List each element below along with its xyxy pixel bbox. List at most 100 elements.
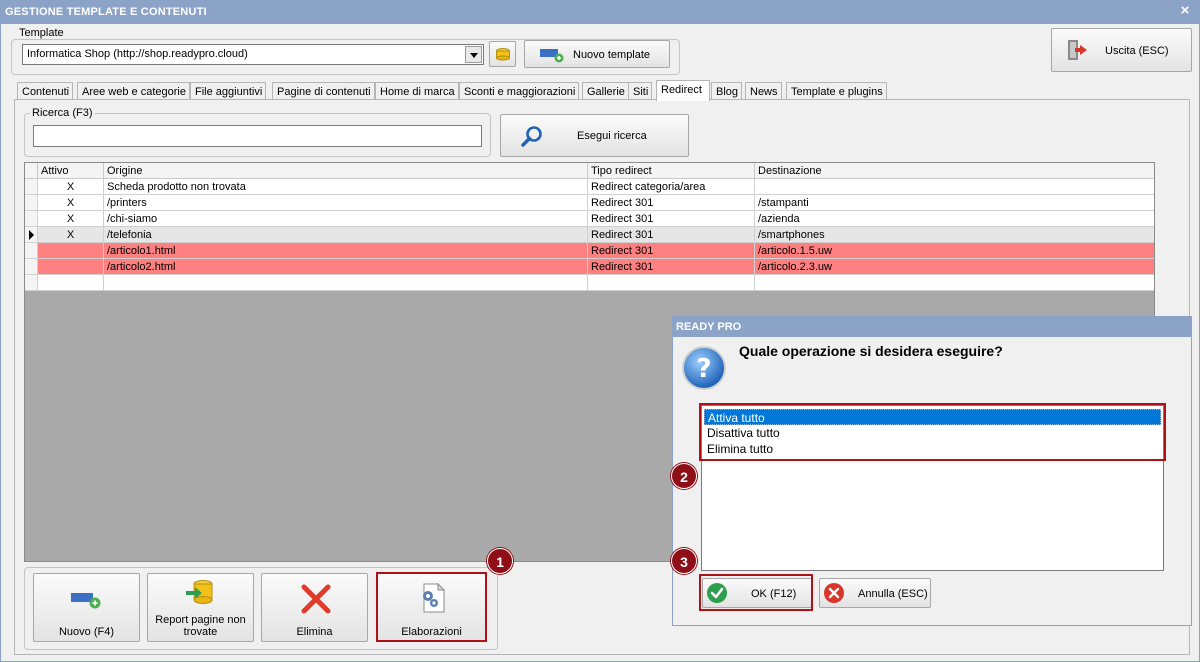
grid-cell-destination[interactable]: /azienda	[755, 211, 1154, 227]
delete-x-icon	[301, 584, 331, 614]
tab-news[interactable]: News	[745, 82, 782, 100]
grid-cell-type[interactable]	[588, 275, 755, 291]
exit-door-icon	[1068, 40, 1087, 60]
callout-badge-2: 2	[671, 463, 697, 489]
grid-cell-destination[interactable]: /articolo.1.5.uw	[755, 243, 1154, 259]
window-title: GESTIONE TEMPLATE E CONTENUTI	[0, 0, 1200, 24]
new-template-button[interactable]: Nuovo template	[524, 40, 670, 68]
grid-cell-type[interactable]: Redirect 301	[588, 243, 755, 259]
close-icon[interactable]: ×	[1178, 3, 1192, 18]
grid-cell-active[interactable]	[38, 275, 104, 291]
highlight-process-button	[376, 572, 487, 642]
grid-cell-destination[interactable]: /articolo.2.3.uw	[755, 259, 1154, 275]
tab-label: Redirect	[661, 84, 702, 96]
delete-button-label: Elimina	[296, 626, 333, 638]
tab-label: Template e plugins	[791, 86, 883, 98]
tab-label: Gallerie	[587, 86, 625, 98]
magnifier-icon	[521, 126, 542, 147]
tab-file-aggiuntivi[interactable]: File aggiuntivi	[190, 82, 267, 100]
template-select-value: Informatica Shop (http://shop.readypro.c…	[27, 48, 248, 60]
row-indicator[interactable]	[25, 243, 38, 259]
grid-cell-active[interactable]	[38, 243, 104, 259]
row-indicator[interactable]	[25, 195, 38, 211]
grid-cell-origin[interactable]	[104, 275, 588, 291]
callout-badge-3: 3	[671, 548, 697, 574]
current-row-arrow-icon	[29, 230, 34, 240]
new-button-label: Nuovo (F4)	[58, 626, 115, 638]
grid-cell-origin[interactable]: /chi-siamo	[104, 211, 588, 227]
tab-label: Siti	[633, 86, 649, 98]
tab-aree-web[interactable]: Aree web e categorie	[77, 82, 190, 100]
grid-cell-destination[interactable]: /stampanti	[755, 195, 1154, 211]
delete-button[interactable]: Elimina	[261, 573, 368, 642]
cancel-button-label: Annulla (ESC)	[858, 588, 928, 600]
column-header[interactable]: Origine	[104, 163, 588, 179]
chevron-down-icon[interactable]	[465, 46, 482, 63]
exit-button[interactable]: Uscita (ESC)	[1051, 28, 1192, 72]
tab-label: Home di marca	[380, 86, 455, 98]
grid-cell-origin[interactable]: Scheda prodotto non trovata	[104, 179, 588, 195]
report-button-label: Report pagine non trovate	[148, 614, 253, 638]
database-export-icon	[186, 580, 213, 604]
report-label-line-1: Report pagine non	[155, 614, 246, 626]
svg-text:?: ?	[696, 354, 711, 384]
grid-cell-destination[interactable]: /smartphones	[755, 227, 1154, 243]
grid-header-indicator	[25, 163, 38, 179]
column-header[interactable]: Destinazione	[755, 163, 1154, 179]
template-label: Template	[17, 27, 66, 39]
search-label: Ricerca (F3)	[30, 107, 95, 119]
grid-cell-type[interactable]: Redirect 301	[588, 211, 755, 227]
grid-cell-destination[interactable]	[755, 275, 1154, 291]
search-input[interactable]	[33, 125, 482, 147]
highlight-ok-button	[699, 574, 813, 611]
grid-cell-active[interactable]	[38, 259, 104, 275]
grid-cell-origin[interactable]: /printers	[104, 195, 588, 211]
report-button[interactable]: Report pagine non trovate	[147, 573, 254, 642]
grid-cell-active[interactable]: X	[38, 211, 104, 227]
tab-home-marca[interactable]: Home di marca	[375, 82, 459, 100]
grid-cell-active[interactable]: X	[38, 179, 104, 195]
new-button[interactable]: Nuovo (F4)	[33, 573, 140, 642]
highlight-options	[699, 403, 1166, 461]
grid-cell-origin[interactable]: /articolo2.html	[104, 259, 588, 275]
dialog-question: Quale operazione si desidera eseguire?	[739, 343, 1003, 359]
tab-pagine-contenuti[interactable]: Pagine di contenuti	[272, 82, 375, 100]
tab-template-plugins[interactable]: Template e plugins	[786, 82, 887, 100]
grid-cell-type[interactable]: Redirect categoria/area	[588, 179, 755, 195]
search-button[interactable]: Esegui ricerca	[500, 114, 689, 157]
row-indicator[interactable]	[25, 211, 38, 227]
grid-cell-type[interactable]: Redirect 301	[588, 259, 755, 275]
tab-siti[interactable]: Siti	[628, 82, 653, 100]
grid-cell-origin[interactable]: /telefonia	[104, 227, 588, 243]
cancel-button[interactable]: Annulla (ESC)	[819, 578, 931, 608]
tab-label: File aggiuntivi	[195, 86, 263, 98]
template-select[interactable]: Informatica Shop (http://shop.readypro.c…	[22, 44, 484, 65]
row-indicator[interactable]	[25, 227, 38, 243]
grid-cell-active[interactable]: X	[38, 227, 104, 243]
column-header[interactable]: Attivo	[38, 163, 104, 179]
grid-cell-destination[interactable]	[755, 179, 1154, 195]
grid-cell-type[interactable]: Redirect 301	[588, 227, 755, 243]
grid-cell-active[interactable]: X	[38, 195, 104, 211]
row-indicator[interactable]	[25, 275, 38, 291]
callout-badge-1: 1	[487, 548, 513, 574]
question-icon: ?	[682, 346, 726, 390]
tab-label: Aree web e categorie	[82, 86, 186, 98]
grid-cell-type[interactable]: Redirect 301	[588, 195, 755, 211]
row-indicator[interactable]	[25, 259, 38, 275]
exit-label: Uscita (ESC)	[1105, 45, 1169, 57]
search-button-label: Esegui ricerca	[577, 130, 647, 142]
browse-template-button[interactable]	[489, 41, 516, 67]
tab-blog[interactable]: Blog	[711, 82, 743, 100]
row-indicator[interactable]	[25, 179, 38, 195]
grid-cell-origin[interactable]: /articolo1.html	[104, 243, 588, 259]
tab-gallerie[interactable]: Gallerie	[582, 82, 629, 100]
cancel-icon	[824, 583, 844, 603]
tab-redirect[interactable]: Redirect	[656, 80, 710, 101]
tab-contenuti[interactable]: Contenuti	[17, 82, 74, 100]
tab-sconti[interactable]: Sconti e maggiorazioni	[459, 82, 580, 100]
tab-label: Sconti e maggiorazioni	[464, 86, 576, 98]
column-header[interactable]: Tipo redirect	[588, 163, 755, 179]
add-item-icon	[540, 49, 564, 63]
report-label-line-2: trovate	[183, 626, 218, 638]
